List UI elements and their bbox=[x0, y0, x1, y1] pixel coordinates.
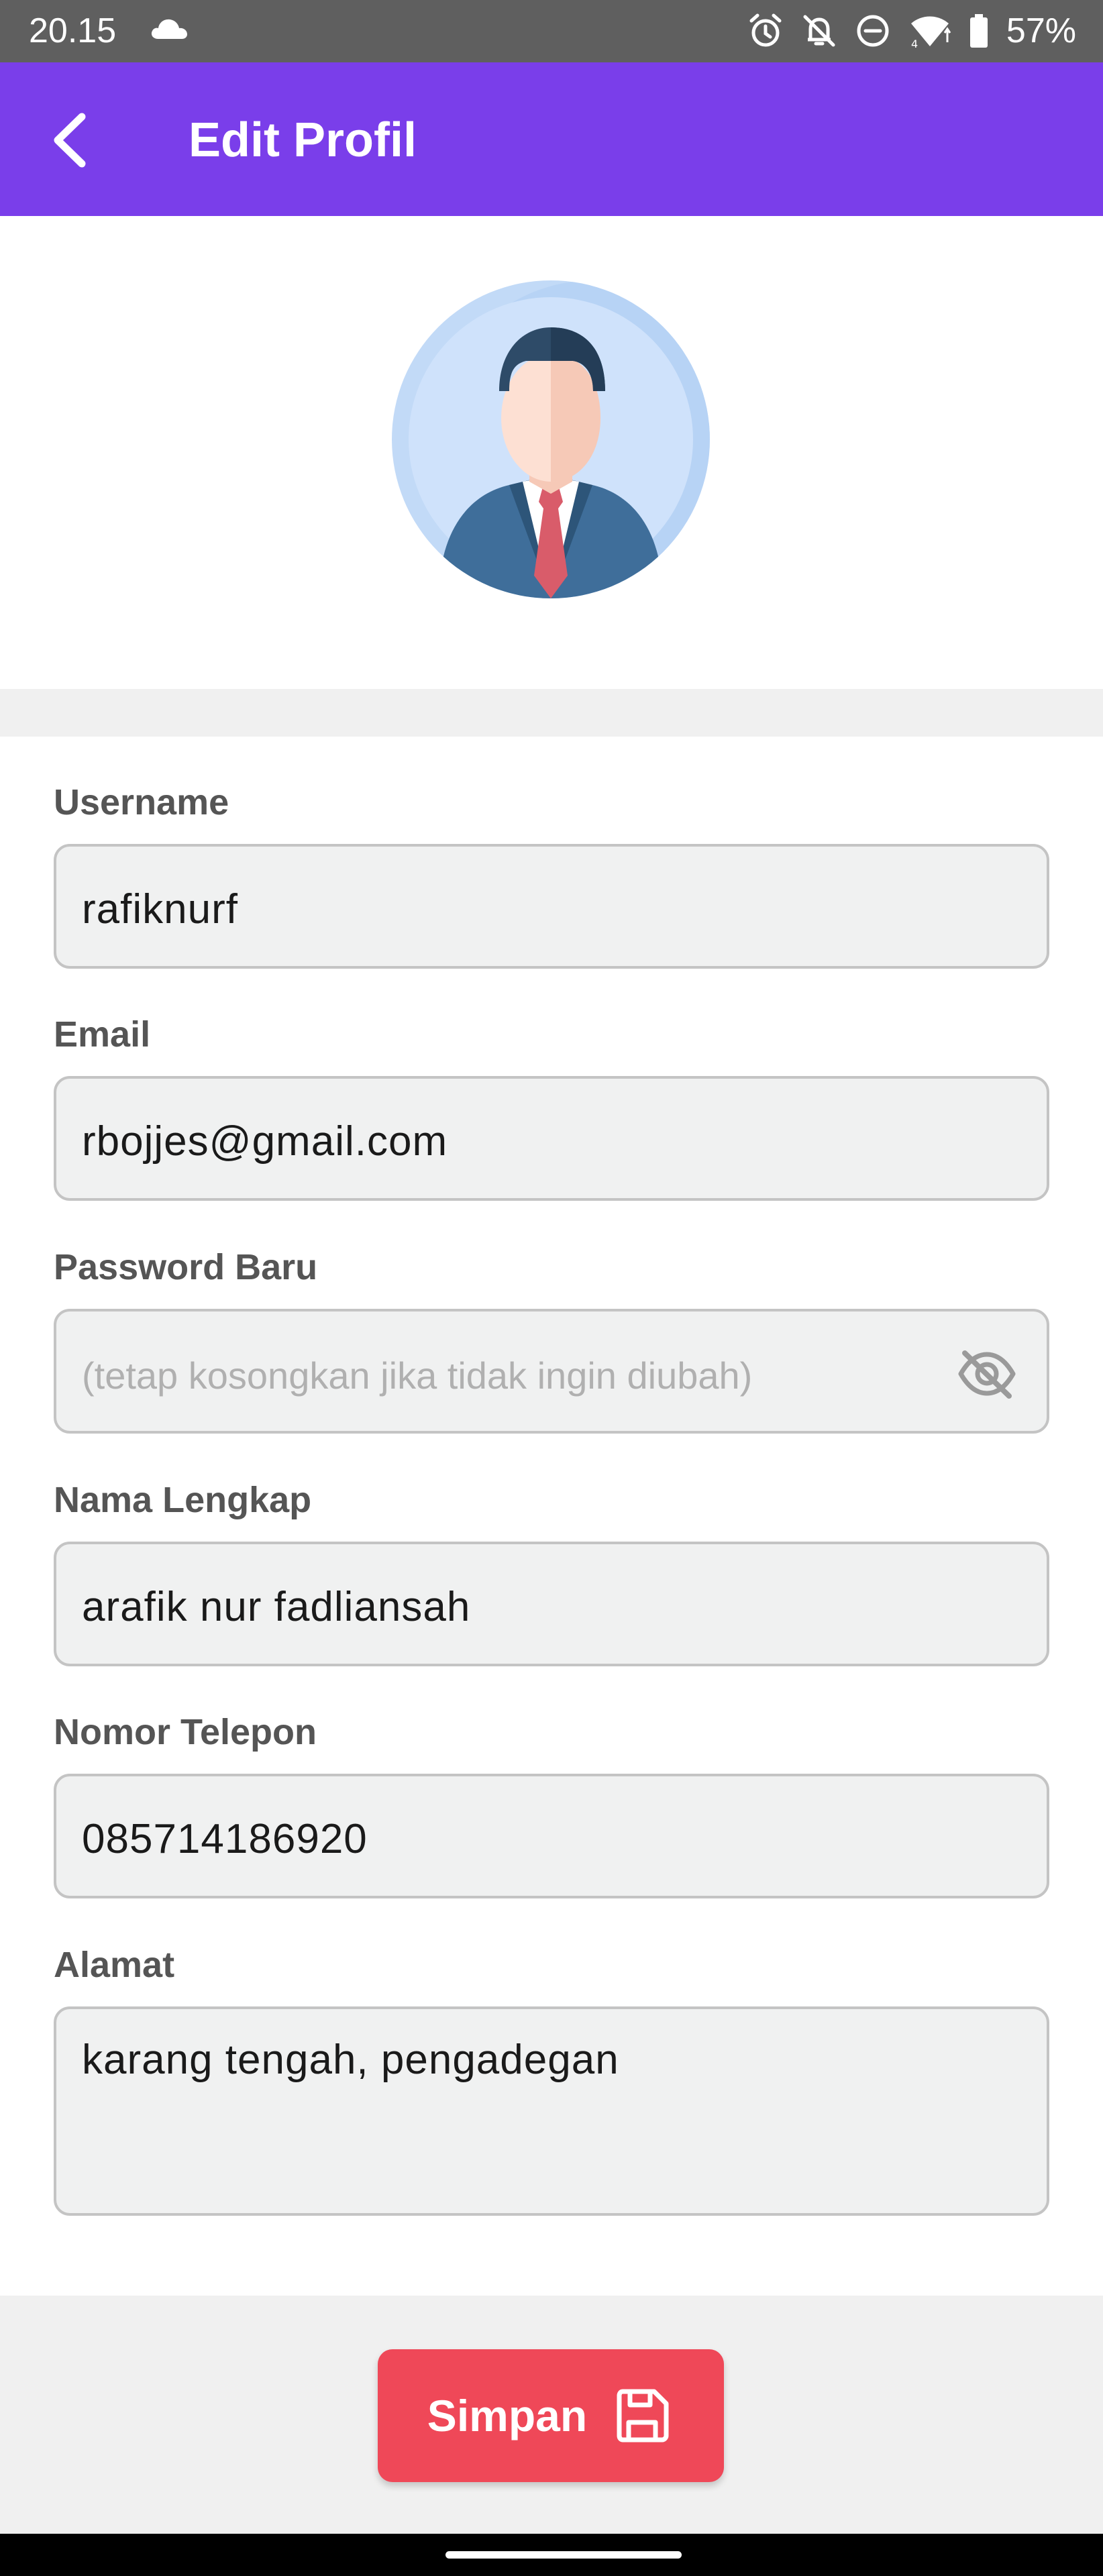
wifi-icon: 4 bbox=[910, 16, 951, 49]
profile-photo-section bbox=[0, 216, 1103, 689]
profile-form: Username rafiknurf Email rbojjes@gmail.c… bbox=[0, 737, 1103, 2296]
home-indicator[interactable] bbox=[445, 2551, 682, 2559]
address-textarea[interactable]: karang tengah, pengadegan bbox=[54, 2006, 1049, 2216]
password-field[interactable]: (tetap kosongkan jika tidak ingin diubah… bbox=[54, 1309, 1049, 1434]
full-name-field[interactable]: arafik nur fadliansah bbox=[54, 1542, 1049, 1666]
battery-percentage: 57% bbox=[1006, 11, 1076, 50]
full-name-label: Nama Lengkap bbox=[54, 1480, 312, 1520]
address-label: Alamat bbox=[54, 1945, 175, 1985]
cloud-icon bbox=[151, 19, 187, 39]
battery-icon bbox=[969, 14, 988, 48]
status-bar: 20.15 4 57% bbox=[0, 0, 1103, 62]
phone-label: Nomor Telepon bbox=[54, 1712, 317, 1752]
save-icon bbox=[617, 2389, 669, 2443]
businessman-avatar-icon[interactable] bbox=[392, 280, 710, 598]
save-button[interactable]: Simpan bbox=[378, 2349, 724, 2482]
phone-value: 085714186920 bbox=[82, 1816, 368, 1862]
status-time: 20.15 bbox=[29, 11, 117, 50]
email-value: rbojjes@gmail.com bbox=[82, 1118, 448, 1165]
toggle-password-visibility-button[interactable] bbox=[957, 1344, 1017, 1404]
chevron-left-icon bbox=[54, 113, 86, 168]
svg-text:4: 4 bbox=[911, 38, 918, 49]
password-placeholder: (tetap kosongkan jika tidak ingin diubah… bbox=[82, 1354, 753, 1397]
password-label: Password Baru bbox=[54, 1247, 318, 1287]
username-label: Username bbox=[54, 782, 229, 822]
alarm-icon bbox=[749, 13, 782, 47]
page-title: Edit Profil bbox=[189, 113, 417, 167]
status-icons: 4 57% bbox=[747, 9, 1076, 52]
save-button-label: Simpan bbox=[427, 2391, 588, 2440]
username-value: rafiknurf bbox=[82, 886, 238, 932]
full-name-value: arafik nur fadliansah bbox=[82, 1584, 471, 1630]
system-navigation-bar bbox=[0, 2534, 1103, 2576]
do-not-disturb-icon bbox=[857, 15, 889, 47]
username-field[interactable]: rafiknurf bbox=[54, 844, 1049, 969]
phone-field[interactable]: 085714186920 bbox=[54, 1774, 1049, 1898]
eye-off-icon bbox=[958, 1350, 1016, 1399]
notifications-off-icon bbox=[803, 15, 835, 47]
email-label: Email bbox=[54, 1014, 151, 1055]
address-value: karang tengah, pengadegan bbox=[82, 2037, 619, 2083]
app-bar: Edit Profil bbox=[0, 62, 1103, 216]
back-button[interactable] bbox=[30, 100, 110, 180]
email-field[interactable]: rbojjes@gmail.com bbox=[54, 1076, 1049, 1201]
bottom-action-bar: Simpan bbox=[0, 2296, 1103, 2534]
